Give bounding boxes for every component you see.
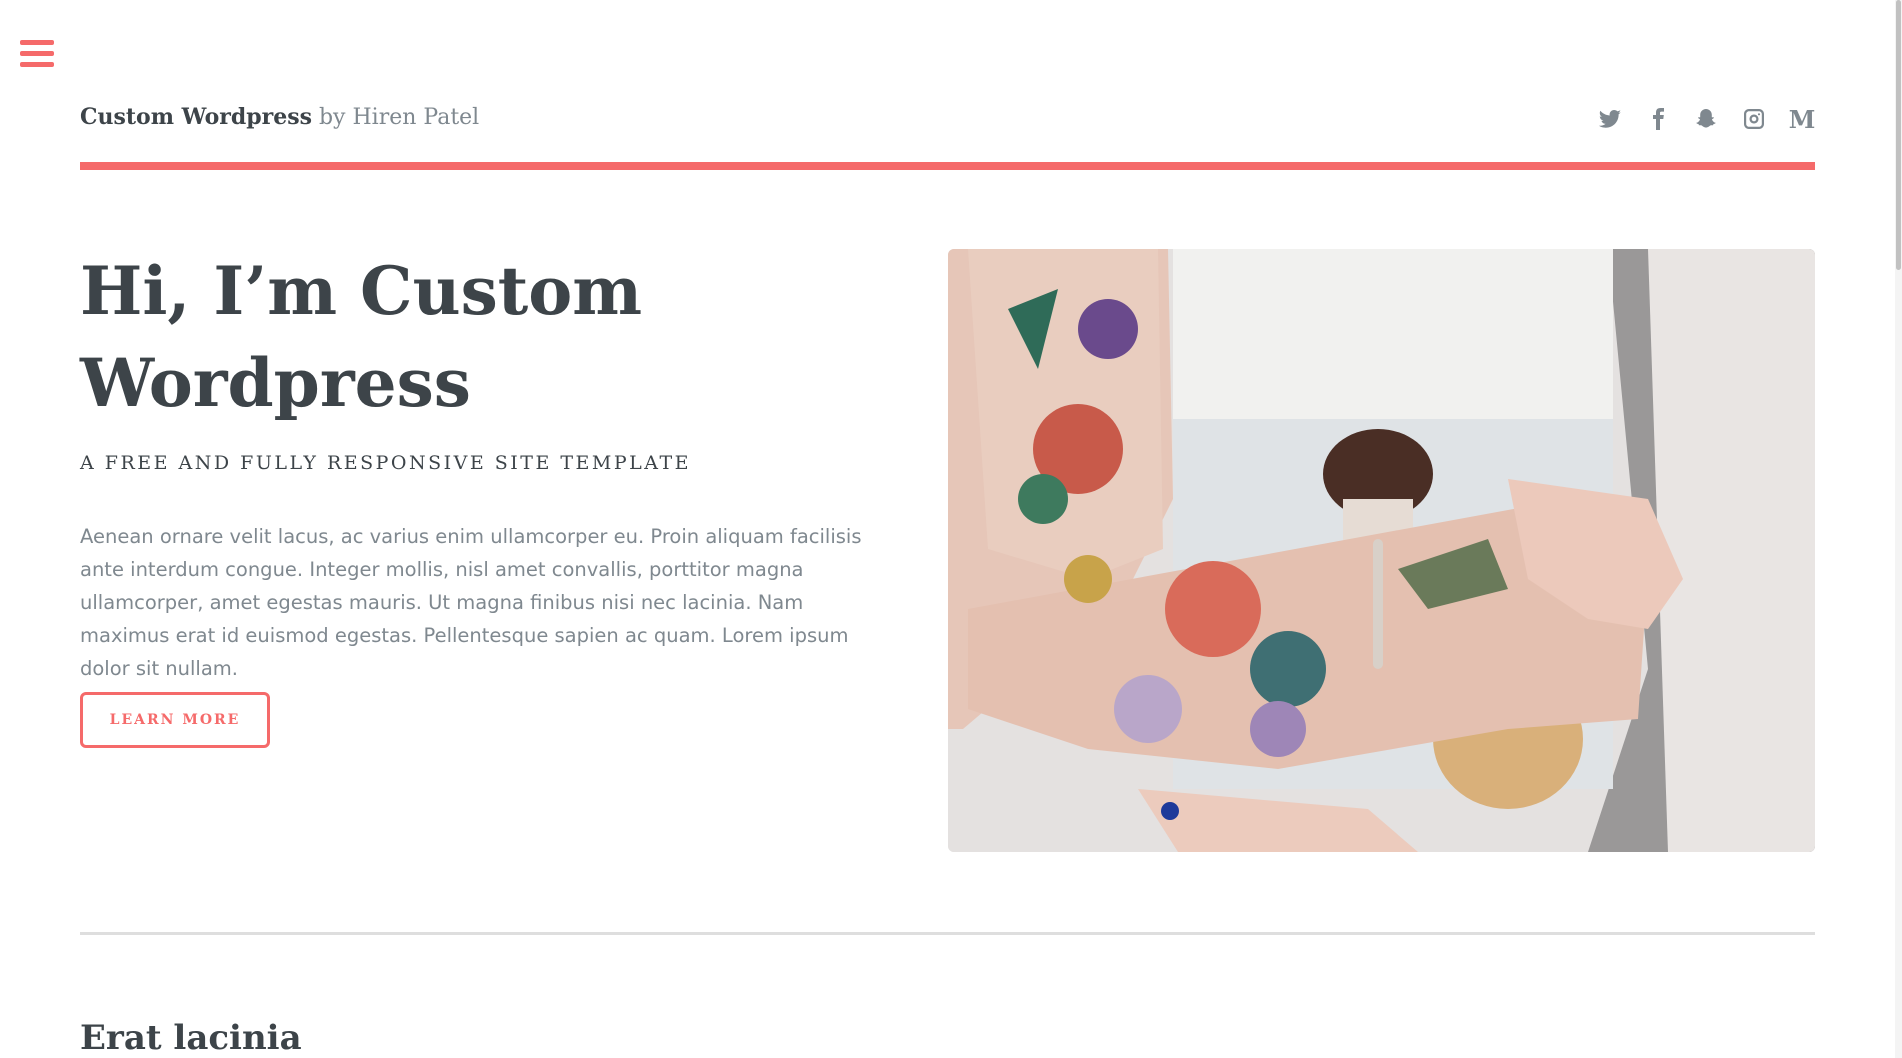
twitter-icon[interactable] <box>1597 106 1623 132</box>
hero-body-text: Aenean ornare velit lacus, ac varius eni… <box>80 525 862 680</box>
hero-image <box>948 249 1815 852</box>
learn-more-button[interactable]: LEARN MORE <box>80 692 270 748</box>
medium-glyph: M <box>1788 104 1816 134</box>
menu-toggle-icon[interactable] <box>20 40 55 72</box>
social-links: M <box>1597 104 1816 134</box>
facebook-icon[interactable] <box>1645 106 1671 132</box>
section-title: Erat lacinia <box>80 1018 302 1058</box>
hero-title-line2: Wordpress <box>80 344 471 422</box>
scrollbar-thumb[interactable] <box>1896 0 1901 270</box>
logo-byline: by Hiren Patel <box>311 105 480 130</box>
site-header: Custom Wordpress by Hiren Patel M <box>80 100 1815 170</box>
medium-icon[interactable]: M <box>1788 104 1816 134</box>
logo-title: Custom Wordpress <box>80 104 312 130</box>
hero-title: Hi, I’m Custom Wordpress <box>80 245 860 429</box>
hero-title-line1: Hi, I’m Custom <box>80 252 643 330</box>
hero-subtitle: A free and fully responsive site templat… <box>80 452 692 474</box>
section-divider <box>80 932 1815 935</box>
site-logo[interactable]: Custom Wordpress by Hiren Patel <box>80 104 479 130</box>
instagram-icon[interactable] <box>1741 106 1767 132</box>
scrollbar[interactable] <box>1895 0 1902 1058</box>
snapchat-icon[interactable] <box>1693 106 1719 132</box>
